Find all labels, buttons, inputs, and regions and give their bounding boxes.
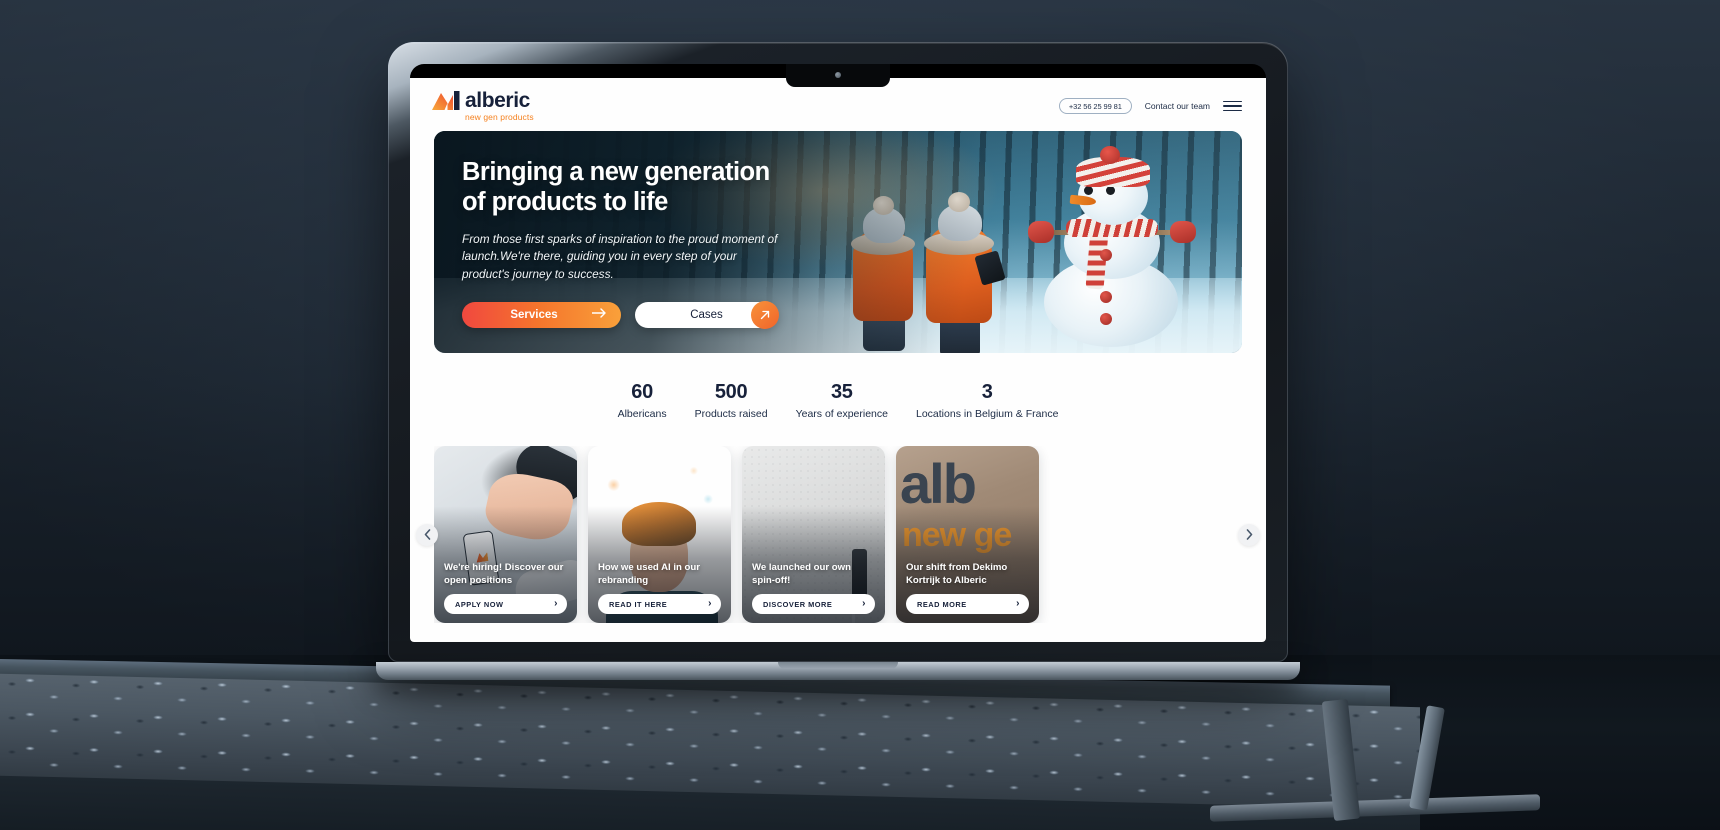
chevron-right-icon: › <box>708 598 712 609</box>
chevron-right-icon: › <box>862 598 866 609</box>
card-body: We're hiring! Discover our open position… <box>444 562 567 614</box>
stat-number: 3 <box>981 381 993 403</box>
logo-tagline: new gen products <box>465 111 534 122</box>
logo-row: alberic <box>432 88 530 112</box>
news-card[interactable]: alb new ge Our shift from Dekimo Kortrij… <box>896 446 1039 623</box>
hamburger-menu-icon[interactable] <box>1223 100 1242 112</box>
hero-title-line-2: of products to life <box>462 188 668 217</box>
chevron-left-icon[interactable] <box>416 523 438 546</box>
alberic-logo-mark <box>432 90 460 110</box>
webcam-icon <box>835 72 841 78</box>
card-cta-label: DISCOVER MORE <box>763 599 833 609</box>
webcam-notch <box>786 64 890 87</box>
stat-item: 35 Years of experience <box>782 381 902 420</box>
card-cta-button[interactable]: DISCOVER MORE › <box>752 594 875 614</box>
stat-label: Products raised <box>694 408 768 420</box>
stat-item: 500 Products raised <box>681 381 782 420</box>
arrow-right-icon <box>591 308 607 321</box>
hero-subtitle: From those first sparks of inspiration t… <box>462 232 778 281</box>
chevron-right-icon: › <box>554 598 558 609</box>
cases-button[interactable]: Cases <box>635 300 779 329</box>
news-card[interactable]: How we used AI in our rebranding READ IT… <box>588 446 731 623</box>
laptop-screen: alberic new gen products +32 56 25 99 81… <box>410 64 1266 642</box>
news-card[interactable]: We launched our own spin-off! DISCOVER M… <box>742 446 885 623</box>
news-carousel: We're hiring! Discover our open position… <box>410 446 1266 623</box>
card-cta-button[interactable]: READ MORE › <box>906 594 1029 614</box>
chevron-right-icon[interactable] <box>1238 523 1260 546</box>
card-cta-label: READ MORE <box>917 599 967 609</box>
news-card[interactable]: We're hiring! Discover our open position… <box>434 446 577 623</box>
services-button[interactable]: Services <box>462 301 621 328</box>
hero-banner: Bringing a new generation of products to… <box>434 131 1242 353</box>
card-title: We're hiring! Discover our open position… <box>444 562 564 586</box>
hero-content: Bringing a new generation of products to… <box>462 157 792 329</box>
logo-wordmark: alberic <box>465 88 530 112</box>
stat-number: 35 <box>830 381 853 403</box>
card-title: Our shift from Dekimo Kortrijk to Alberi… <box>906 562 1008 586</box>
cases-button-label: Cases <box>690 308 723 321</box>
laptop-lid: alberic new gen products +32 56 25 99 81… <box>388 42 1288 662</box>
card-title: How we used AI in our rebranding <box>598 562 700 586</box>
stats-row: 60 Albericans 500 Products raised 35 Yea… <box>410 381 1266 420</box>
card-body: Our shift from Dekimo Kortrijk to Alberi… <box>906 562 1029 614</box>
hero-cta-group: Services Cases <box>462 300 792 329</box>
stat-item: 60 Albericans <box>604 381 681 420</box>
hero-title: Bringing a new generation of products to… <box>462 157 792 217</box>
laptop: alberic new gen products +32 56 25 99 81… <box>376 42 1300 680</box>
hero-title-line-1: Bringing a new generation <box>462 158 770 186</box>
contact-our-team-link[interactable]: Contact our team <box>1145 101 1210 111</box>
card-cta-button[interactable]: APPLY NOW › <box>444 594 567 614</box>
stat-label: Albericans <box>617 408 667 420</box>
phone-number-pill[interactable]: +32 56 25 99 81 <box>1058 98 1132 114</box>
laptop-base <box>376 662 1300 680</box>
website-page: alberic new gen products +32 56 25 99 81… <box>410 78 1266 642</box>
card-cta-button[interactable]: READ IT HERE › <box>598 594 721 614</box>
card-cta-label: READ IT HERE <box>609 599 668 609</box>
card-cta-label: APPLY NOW <box>455 599 504 609</box>
stat-label: Locations in Belgium & France <box>916 408 1059 420</box>
arrow-up-right-icon <box>751 300 779 329</box>
card-title: We launched our own spin-off! <box>752 562 851 586</box>
stat-number: 60 <box>631 381 653 403</box>
carousel-track: We're hiring! Discover our open position… <box>434 446 1242 623</box>
header-actions: +32 56 25 99 81 Contact our team <box>1058 98 1242 114</box>
card-body: We launched our own spin-off! DISCOVER M… <box>752 562 875 614</box>
chevron-right-icon: › <box>1016 598 1020 609</box>
laptop-mockup-scene: alberic new gen products +32 56 25 99 81… <box>0 0 1720 830</box>
stat-number: 500 <box>714 381 748 403</box>
site-logo[interactable]: alberic new gen products <box>432 88 534 122</box>
services-button-label: Services <box>510 308 558 321</box>
stat-label: Years of experience <box>795 408 888 420</box>
card-body: How we used AI in our rebranding READ IT… <box>598 562 721 614</box>
stat-item: 3 Locations in Belgium & France <box>902 381 1072 420</box>
